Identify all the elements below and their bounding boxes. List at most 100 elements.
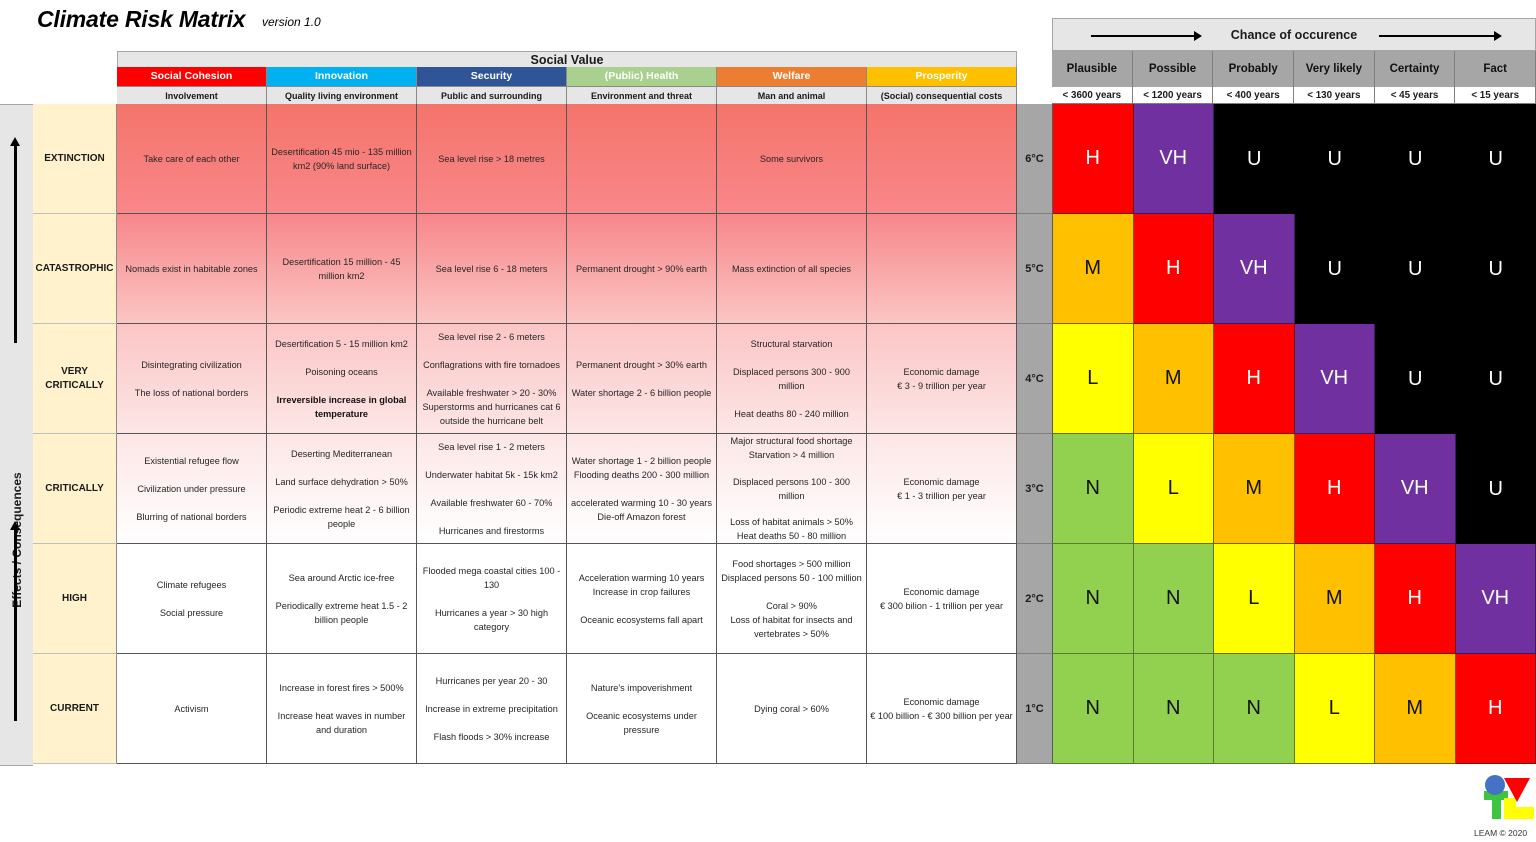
effect-text: Water shortage 2 - 6 billion people	[571, 387, 712, 398]
risk-cell: VH	[1294, 324, 1375, 434]
effect-text: Coral > 90%	[766, 600, 817, 611]
copyright: LEAM © 2020	[1474, 828, 1528, 838]
effect-text: Sea level rise 6 - 18 meters	[435, 263, 548, 274]
chance-label: Probably	[1213, 51, 1295, 87]
effect-text: Periodic extreme heat 2 - 6 billion peop…	[273, 504, 410, 529]
risk-row: M H VH U U U	[1053, 214, 1536, 324]
axis-label: Effects / Consequences	[10, 472, 24, 608]
effect-cell: Acceleration warming 10 years Increase in…	[567, 544, 717, 654]
effects-row: Existential refugee flow Civilization und…	[117, 434, 1017, 544]
effect-cell: Major structural food shortage Starvation…	[717, 434, 867, 544]
effect-text: Food shortages > 500 million	[732, 558, 851, 569]
effect-text: € 1 - 3 trillion per year	[897, 490, 986, 501]
effect-cell: Sea level rise 6 - 18 meters	[417, 214, 567, 324]
effect-text: Die-off Amazon forest	[597, 511, 686, 522]
risk-cell: U	[1294, 104, 1375, 214]
effect-cell: Nomads exist in habitable zones	[117, 214, 267, 324]
risk-matrix: H VH U U U U M H VH U U U L M H VH U U N L M H VH U N N L M H VH N N N L M…	[1053, 104, 1536, 764]
effect-text: Social pressure	[159, 607, 224, 618]
effect-text: Superstorms and hurricanes cat 6 outside…	[422, 401, 561, 426]
consequence-level: CURRENT	[33, 654, 117, 764]
category-header: Welfare	[717, 67, 867, 86]
risk-cell: H	[1053, 104, 1134, 214]
effect-text: Activism	[174, 703, 209, 714]
risk-cell: H	[1375, 544, 1456, 654]
effect-cell: Some survivors	[717, 104, 867, 214]
risk-cell: M	[1375, 654, 1456, 764]
risk-cell: M	[1214, 434, 1295, 544]
effect-text: Sea level rise 1 - 2 meters	[438, 441, 545, 452]
arrow-right-icon	[1379, 31, 1502, 41]
effect-cell: Economic damage € 3 - 9 trillion per year	[867, 324, 1017, 434]
risk-row: H VH U U U U	[1053, 104, 1536, 214]
category-header: (Public) Health	[567, 67, 717, 86]
effect-cell: Desertification 5 - 15 million km2 Poison…	[267, 324, 417, 434]
effect-text: Increase in crop failures	[592, 586, 691, 597]
effect-text: Oceanic ecosystems fall apart	[580, 614, 703, 625]
risk-cell: H	[1133, 214, 1214, 324]
effect-text: Hurricanes a year > 30 high category	[434, 607, 549, 632]
effect-text: Flash floods > 30% increase	[433, 731, 550, 742]
effect-cell: Climate refugees Social pressure	[117, 544, 267, 654]
temperature-label: 5°C	[1017, 214, 1053, 324]
chance-years: < 130 years	[1294, 87, 1375, 104]
arrow-right-icon	[1091, 31, 1202, 41]
consequence-level: HIGH	[33, 544, 117, 654]
category-header-row: Social Cohesion Innovation Security (Public…	[117, 67, 1017, 86]
risk-cell: N	[1053, 654, 1134, 764]
chance-label: Plausible	[1052, 51, 1133, 87]
consequence-level: CATASTROPHIC	[33, 214, 117, 324]
effect-text: Underwater habitat 5k - 15k km2	[425, 469, 558, 480]
effect-text: Displaced persons 100 - 300 million	[733, 476, 850, 501]
effect-text: Displaced persons 300 - 900 million	[733, 366, 850, 391]
effect-text: Nomads exist in habitable zones	[125, 263, 258, 274]
effect-cell: Food shortages > 500 million Displaced pe…	[717, 544, 867, 654]
risk-cell: VH	[1375, 434, 1456, 544]
effect-cell	[867, 214, 1017, 324]
effect-cell: Structural starvation Displaced persons 3…	[717, 324, 867, 434]
risk-cell: U	[1455, 434, 1536, 544]
risk-row: N L M H VH U	[1053, 434, 1536, 544]
effect-text: Take care of each other	[143, 153, 240, 164]
chance-years-row: < 3600 years < 1200 years < 400 years < 130…	[1052, 87, 1536, 104]
effect-cell: Increase in forest fires > 500% Increase …	[267, 654, 417, 764]
chance-label: Very likely	[1294, 51, 1375, 87]
category-header: Security	[417, 67, 567, 86]
chance-label: Fact	[1455, 51, 1536, 87]
effect-text: Increase in extreme precipitation	[425, 703, 558, 714]
effect-text: Poisoning oceans	[305, 366, 378, 377]
risk-cell: VH	[1455, 544, 1536, 654]
category-subtitle: (Social) consequential costs	[867, 86, 1017, 104]
effect-text: Heat deaths 50 - 80 million	[736, 531, 847, 541]
version-label: version 1.0	[262, 15, 321, 29]
effect-text: € 300 bilion - 1 trillion per year	[879, 600, 1004, 611]
effect-text: Sea around Arctic ice-free	[288, 572, 395, 583]
effect-cell: Take care of each other	[117, 104, 267, 214]
risk-cell: U	[1455, 324, 1536, 434]
effect-text: Permanent drought > 30% earth	[575, 359, 707, 370]
effect-cell: Economic damage € 100 billion - € 300 bil…	[867, 654, 1017, 764]
page-title: Climate Risk Matrix	[37, 6, 246, 32]
category-subtitle: Public and surrounding	[417, 86, 567, 104]
chance-title: Chance of occurence	[1230, 28, 1358, 42]
category-header: Prosperity	[867, 67, 1017, 86]
risk-cell: L	[1294, 654, 1375, 764]
effects-axis: Effects / Consequences	[0, 104, 33, 766]
risk-cell: M	[1053, 214, 1134, 324]
risk-cell: VH	[1214, 214, 1295, 324]
effect-text: Heat deaths 80 - 240 million	[734, 408, 849, 419]
risk-cell: N	[1133, 654, 1214, 764]
chance-of-occurence-header: Chance of occurence	[1052, 18, 1536, 51]
effect-text: Hurricanes per year 20 - 30	[435, 675, 548, 686]
effect-text: Blurring of national borders	[136, 511, 247, 522]
effect-cell	[867, 104, 1017, 214]
temperature-label: 3°C	[1017, 434, 1053, 544]
effect-cell: Economic damage € 300 bilion - 1 trillion…	[867, 544, 1017, 654]
chance-years: < 15 years	[1455, 87, 1536, 104]
effect-cell: Flooded mega coastal cities 100 - 130 Hur…	[417, 544, 567, 654]
category-header: Social Cohesion	[117, 67, 267, 86]
effect-text: accelerated warming 10 - 30 years	[571, 497, 712, 508]
effect-text: Land surface dehydration > 50%	[275, 476, 408, 487]
risk-cell: N	[1053, 434, 1134, 544]
effect-text: Climate refugees	[156, 579, 227, 590]
